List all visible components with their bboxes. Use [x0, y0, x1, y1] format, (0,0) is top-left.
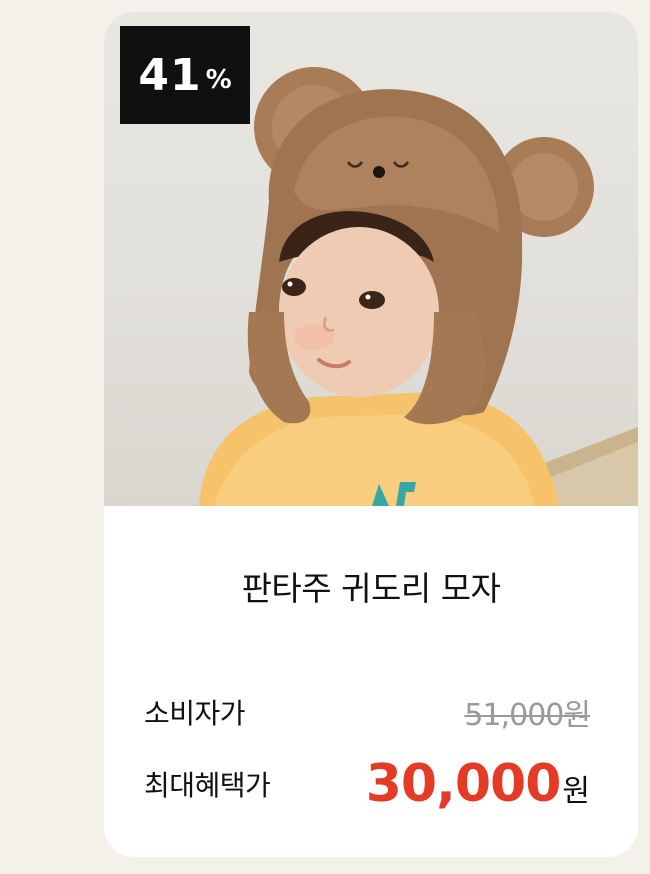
- discount-badge: 41 %: [120, 26, 250, 124]
- product-title[interactable]: 판타주 귀도리 모자: [104, 562, 638, 610]
- discount-unit: %: [205, 65, 232, 95]
- page: 41 % 판타주 귀도리 모자 소비자가 51,000원 최대혜택가 30,00…: [0, 0, 650, 874]
- sale-price-unit: 원: [562, 774, 590, 809]
- sale-row: 최대혜택가 30,000 원: [144, 754, 590, 814]
- sale-label: 최대혜택가: [144, 769, 271, 802]
- sale-price-value: 30,000: [365, 754, 562, 814]
- sale-price: 30,000 원: [366, 754, 590, 814]
- product-photo[interactable]: 41 %: [104, 12, 638, 506]
- msrp-row: 소비자가 51,000원: [144, 690, 591, 734]
- product-card[interactable]: 41 % 판타주 귀도리 모자 소비자가 51,000원 최대혜택가 30,00…: [104, 12, 638, 857]
- msrp-label: 소비자가: [144, 697, 246, 730]
- msrp-price: 51,000원: [464, 698, 591, 733]
- discount-value: 41: [138, 49, 202, 101]
